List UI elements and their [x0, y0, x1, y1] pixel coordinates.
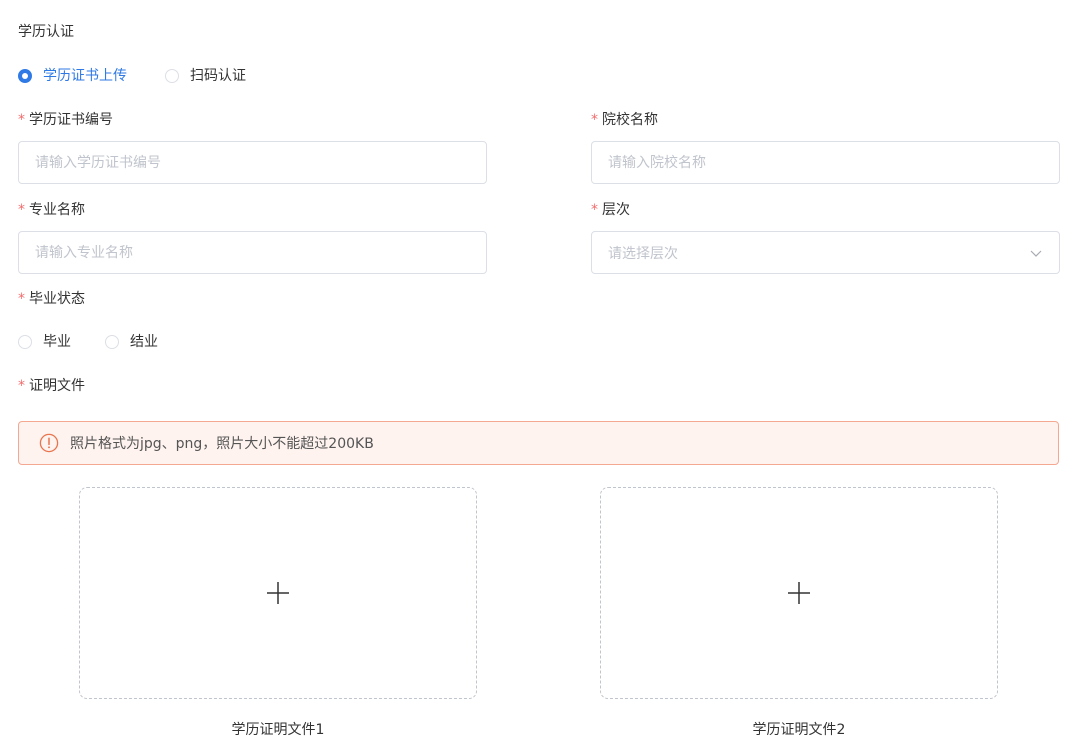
school-name-input[interactable]: [591, 141, 1060, 184]
certificate-no-label: * 学历证书编号: [18, 110, 113, 130]
section-title: 学历认证: [18, 24, 74, 40]
major-name-label: * 专业名称: [18, 200, 85, 220]
radio-label: 扫码认证: [190, 68, 246, 84]
required-mark: *: [18, 291, 25, 307]
radio-certificate-upload[interactable]: 学历证书上传: [18, 66, 127, 86]
radio-unchecked-icon: [105, 335, 119, 349]
label-text: 学历证书编号: [29, 112, 113, 128]
required-mark: *: [18, 378, 25, 394]
label-text: 证明文件: [29, 378, 85, 394]
upload-caption-2: 学历证明文件2: [752, 722, 846, 738]
certificate-no-input[interactable]: [18, 141, 487, 184]
radio-label: 毕业: [43, 334, 71, 350]
school-name-label: * 院校名称: [591, 110, 658, 130]
radio-checked-icon: [18, 69, 32, 83]
file-format-notice: 照片格式为jpg、png，照片大小不能超过200KB: [18, 421, 1059, 465]
required-mark: *: [591, 202, 598, 218]
plus-icon: [788, 582, 810, 604]
proof-files-label: * 证明文件: [18, 376, 85, 396]
label-text: 层次: [602, 202, 630, 218]
major-name-input[interactable]: [18, 231, 487, 274]
notice-text: 照片格式为jpg、png，照片大小不能超过200KB: [70, 436, 374, 452]
label-text: 毕业状态: [29, 291, 85, 307]
required-mark: *: [18, 112, 25, 128]
upload-box-1[interactable]: [79, 487, 477, 699]
level-select[interactable]: 请选择层次: [591, 231, 1060, 274]
radio-graduated[interactable]: 毕业: [18, 332, 71, 352]
radio-unchecked-icon: [18, 335, 32, 349]
plus-icon: [267, 582, 289, 604]
required-mark: *: [18, 202, 25, 218]
radio-scan-auth[interactable]: 扫码认证: [165, 66, 246, 86]
label-text: 专业名称: [29, 202, 85, 218]
radio-label: 结业: [130, 334, 158, 350]
radio-unchecked-icon: [165, 69, 179, 83]
level-label: * 层次: [591, 200, 630, 220]
upload-caption-1: 学历证明文件1: [231, 722, 325, 738]
radio-label: 学历证书上传: [43, 68, 127, 84]
label-text: 院校名称: [602, 112, 658, 128]
graduation-status-label: * 毕业状态: [18, 289, 85, 309]
radio-completed[interactable]: 结业: [105, 332, 158, 352]
required-mark: *: [591, 112, 598, 128]
exclamation-circle-icon: [39, 433, 59, 453]
upload-box-2[interactable]: [600, 487, 998, 699]
level-select-placeholder: 请选择层次: [608, 245, 678, 262]
chevron-down-icon: [1030, 250, 1042, 257]
